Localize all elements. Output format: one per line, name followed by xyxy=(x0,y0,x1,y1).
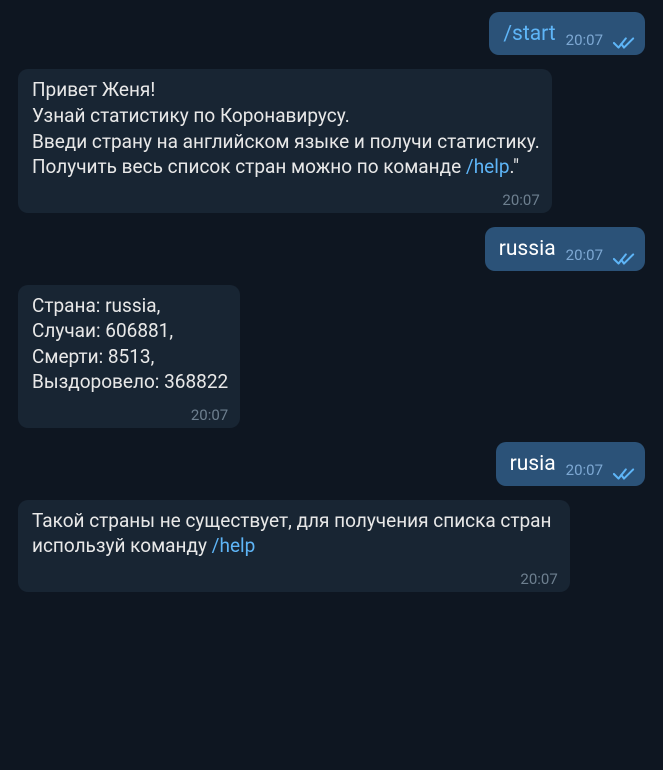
message-bubble-outgoing[interactable]: russia 20:07 xyxy=(485,227,645,270)
message-bubble-incoming[interactable]: Привет Женя! Узнай статистику по Коронав… xyxy=(18,69,552,213)
text-line: Привет Женя! xyxy=(32,77,540,103)
message-bubble-outgoing[interactable]: rusia 20:07 xyxy=(496,442,645,485)
text-line: Случаи: 606881, xyxy=(32,318,228,344)
read-ticks-icon xyxy=(613,36,635,50)
chat-panel: /start 20:07 Привет Женя! Узнай статисти… xyxy=(18,12,645,592)
message-text: russia xyxy=(499,235,556,263)
help-link[interactable]: /help xyxy=(212,534,256,557)
help-link[interactable]: /help xyxy=(466,155,510,178)
message-row: Такой страны не существует, для получени… xyxy=(18,500,645,593)
message-bubble-incoming[interactable]: Страна: russia, Случаи: 606881, Смерти: … xyxy=(18,285,240,429)
message-text: Привет Женя! Узнай статистику по Коронав… xyxy=(32,77,540,180)
message-row: Страна: russia, Случаи: 606881, Смерти: … xyxy=(18,285,645,429)
message-row: rusia 20:07 xyxy=(18,442,645,485)
message-time: 20:07 xyxy=(566,460,603,480)
text-line: Страна: russia, xyxy=(32,293,228,319)
message-row: Привет Женя! Узнай статистику по Коронав… xyxy=(18,69,645,213)
message-text: rusia xyxy=(510,450,556,478)
message-bubble-incoming[interactable]: Такой страны не существует, для получени… xyxy=(18,500,570,593)
message-row: russia 20:07 xyxy=(18,227,645,270)
message-time: 20:07 xyxy=(566,245,603,265)
message-bubble-outgoing[interactable]: /start 20:07 xyxy=(489,12,645,55)
message-text: Страна: russia, Случаи: 606881, Смерти: … xyxy=(32,293,228,396)
text-line: Узнай статистику по Коронавирусу. xyxy=(32,103,540,129)
text-line: Получить весь список стран можно по кома… xyxy=(32,154,540,180)
text-line: Смерти: 8513, xyxy=(32,344,228,370)
message-time: 20:07 xyxy=(502,190,539,210)
text-line: Выздоровело: 368822 xyxy=(32,369,228,395)
message-text: Такой страны не существует, для получени… xyxy=(32,508,558,559)
message-text: /start xyxy=(503,20,555,48)
message-time: 20:07 xyxy=(191,405,228,425)
message-time: 20:07 xyxy=(566,30,603,50)
text-segment: Такой страны не существует, для получени… xyxy=(32,509,551,558)
text-segment: Получить весь список стран можно по кома… xyxy=(32,155,466,178)
read-ticks-icon xyxy=(613,467,635,481)
message-row: /start 20:07 xyxy=(18,12,645,55)
text-segment: ." xyxy=(510,155,520,178)
text-line: Введи страну на английском языке и получ… xyxy=(32,129,540,155)
message-time: 20:07 xyxy=(520,569,557,589)
read-ticks-icon xyxy=(613,252,635,266)
